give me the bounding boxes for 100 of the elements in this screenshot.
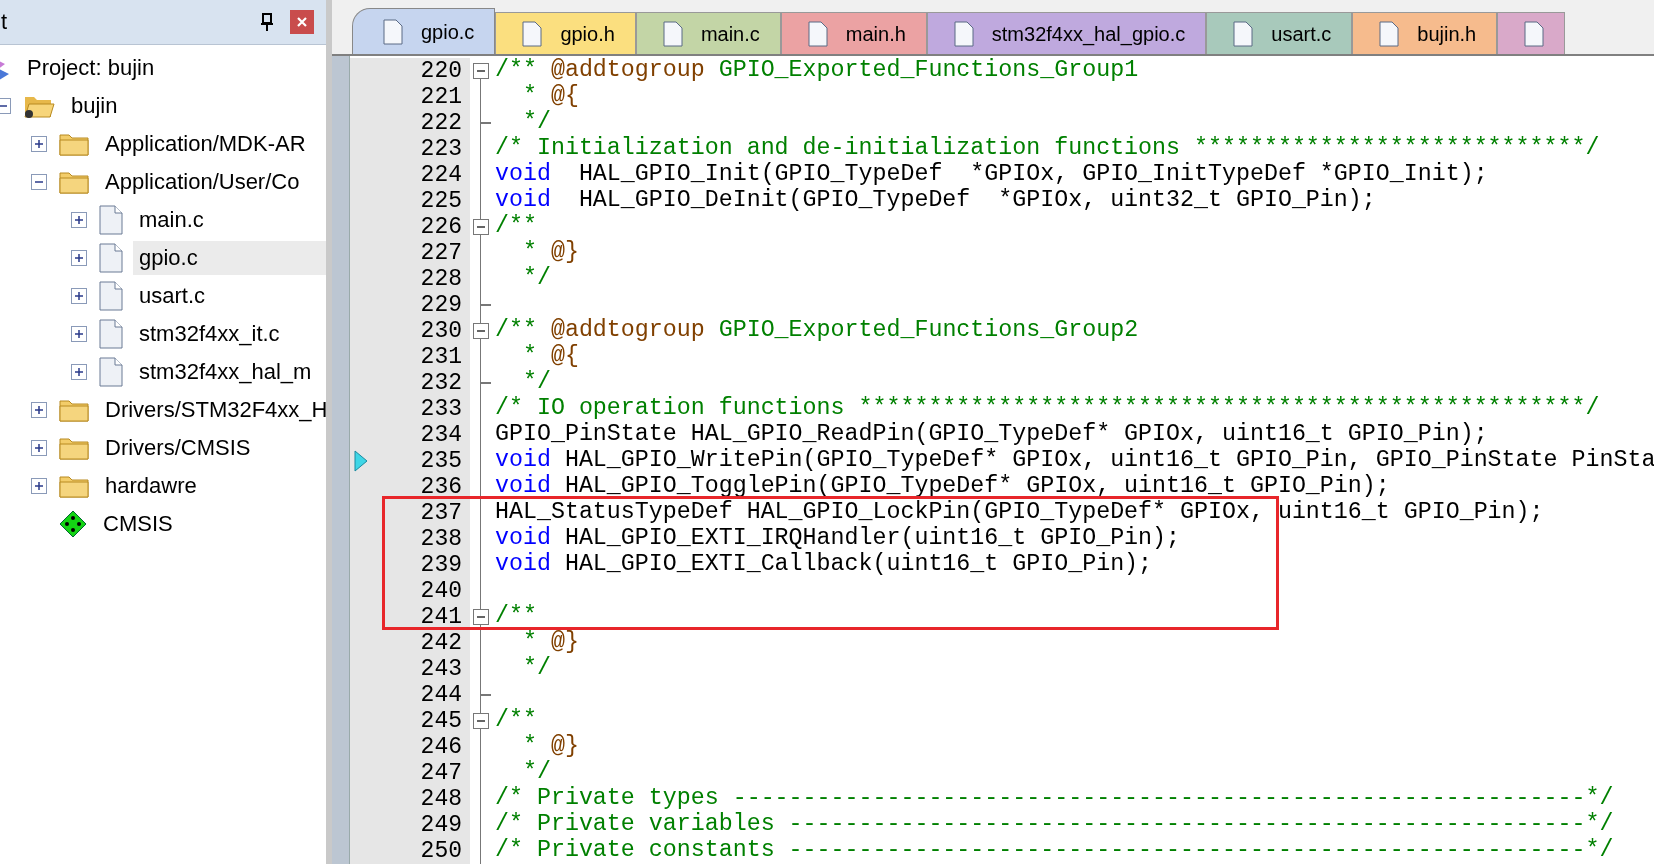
code-line: /** @addtogroup GPIO_Exported_Functions_Group1 bbox=[495, 59, 1139, 83]
file-icon bbox=[1379, 20, 1400, 47]
line-number: 245 bbox=[420, 709, 462, 733]
folder-icon bbox=[59, 398, 89, 422]
tree-item[interactable]: stm32f4xx_hal_m bbox=[133, 355, 318, 389]
code-line: /** bbox=[495, 605, 537, 629]
line-number: 238 bbox=[420, 527, 462, 551]
code-line: */ bbox=[521, 371, 551, 395]
expand-icon[interactable] bbox=[31, 440, 47, 456]
line-number: 236 bbox=[420, 475, 462, 499]
line-number: 248 bbox=[420, 787, 462, 811]
file-tab[interactable]: gpio.c bbox=[352, 8, 496, 54]
code-line: void HAL_GPIO_EXTI_IRQHandler(uint16_t GPIO_Pin); bbox=[495, 527, 1181, 551]
file-tab[interactable] bbox=[1497, 12, 1566, 54]
tree-item[interactable]: hardawre bbox=[99, 469, 203, 503]
tree-item[interactable]: Project: bujin bbox=[21, 51, 161, 85]
expand-icon[interactable] bbox=[31, 136, 47, 152]
tree-item[interactable]: bujin bbox=[65, 89, 124, 123]
tree-item[interactable]: Application/MDK-AR bbox=[99, 127, 312, 161]
code-line: void HAL_GPIO_DeInit(GPIO_TypeDef *GPIOx, uint32_t GPIO_Pin); bbox=[495, 189, 1376, 213]
file-icon bbox=[99, 319, 123, 349]
tree-item[interactable]: Drivers/CMSIS bbox=[99, 431, 257, 465]
file-tab[interactable]: usart.c bbox=[1206, 12, 1353, 54]
code-line: * @} bbox=[521, 631, 579, 655]
code-line: */ bbox=[521, 111, 551, 135]
code-line: * @{ bbox=[521, 345, 579, 369]
code-line: /* Private constants ---------------------------------------------------------*/ bbox=[495, 839, 1614, 863]
file-tab[interactable]: bujin.h bbox=[1352, 12, 1498, 54]
tree-item[interactable]: stm32f4xx_it.c bbox=[133, 317, 286, 351]
code-line: void HAL_GPIO_WritePin(GPIO_TypeDef* GPIOx, uint16_t GPIO_Pin, GPIO_PinState PinSta bbox=[495, 449, 1654, 473]
collapse-icon[interactable] bbox=[31, 174, 47, 190]
file-icon bbox=[383, 18, 403, 45]
expand-icon[interactable] bbox=[71, 326, 87, 342]
folder-icon bbox=[59, 474, 89, 498]
line-number: 230 bbox=[420, 319, 462, 343]
line-number: 222 bbox=[420, 111, 462, 135]
line-number: 224 bbox=[420, 163, 462, 187]
line-number: 250 bbox=[420, 839, 462, 863]
fold-icon[interactable] bbox=[473, 323, 489, 339]
code-line: /* Private variables ---------------------------------------------------------*/ bbox=[495, 813, 1614, 837]
line-number: 234 bbox=[420, 423, 462, 447]
line-number: 239 bbox=[420, 553, 462, 577]
line-number: 221 bbox=[420, 85, 462, 109]
line-number: 226 bbox=[420, 215, 462, 239]
file-icon bbox=[1233, 20, 1254, 47]
line-number: 246 bbox=[420, 735, 462, 759]
expand-icon[interactable] bbox=[71, 250, 87, 266]
code-line: */ bbox=[521, 761, 551, 785]
tree-item[interactable]: gpio.c bbox=[133, 241, 326, 275]
line-number: 223 bbox=[420, 137, 462, 161]
tree-item[interactable]: usart.c bbox=[133, 279, 212, 313]
line-number: 229 bbox=[420, 293, 462, 317]
file-icon bbox=[1524, 20, 1545, 47]
fold-icon[interactable] bbox=[473, 219, 489, 235]
file-icon bbox=[99, 243, 123, 273]
line-number: 241 bbox=[420, 605, 462, 629]
code-line: /** @addtogroup GPIO_Exported_Functions_Group2 bbox=[495, 319, 1139, 343]
line-number: 225 bbox=[420, 189, 462, 213]
file-tab[interactable]: stm32f4xx_hal_gpio.c bbox=[926, 12, 1207, 54]
file-tab[interactable]: main.c bbox=[635, 12, 781, 54]
expand-icon[interactable] bbox=[71, 364, 87, 380]
line-number: 232 bbox=[420, 371, 462, 395]
expand-icon[interactable] bbox=[31, 402, 47, 418]
file-icon bbox=[522, 20, 543, 47]
file-icon bbox=[662, 20, 683, 47]
code-line: */ bbox=[521, 267, 551, 291]
line-number: 220 bbox=[420, 59, 462, 83]
folder-icon bbox=[59, 132, 89, 156]
file-icon bbox=[953, 20, 974, 47]
line-number: 227 bbox=[420, 241, 462, 265]
expand-icon[interactable] bbox=[71, 212, 87, 228]
fold-icon[interactable] bbox=[473, 609, 489, 625]
code-line: * @{ bbox=[521, 85, 579, 109]
close-button[interactable] bbox=[290, 10, 314, 34]
code-line: /* IO operation functions ****************************************************/ bbox=[495, 397, 1600, 421]
line-number: 243 bbox=[420, 657, 462, 681]
component-icon bbox=[59, 510, 87, 538]
close-icon bbox=[297, 17, 307, 27]
file-icon bbox=[99, 281, 123, 311]
pin-icon[interactable] bbox=[260, 13, 274, 31]
file-icon bbox=[99, 205, 123, 235]
file-tab[interactable]: gpio.h bbox=[495, 12, 636, 54]
line-number: 249 bbox=[420, 813, 462, 837]
fold-icon[interactable] bbox=[473, 63, 489, 79]
tree-item[interactable]: main.c bbox=[133, 203, 210, 237]
expand-icon[interactable] bbox=[71, 288, 87, 304]
folder-icon bbox=[59, 170, 89, 194]
code-line: void HAL_GPIO_EXTI_Callback(uint16_t GPIO_Pin); bbox=[495, 553, 1153, 577]
code-line: /* Initialization and de-initialization functions ****************************/ bbox=[495, 137, 1600, 161]
tree-item[interactable]: Application/User/Co bbox=[99, 165, 306, 199]
line-number: 247 bbox=[420, 761, 462, 785]
tree-item[interactable]: CMSIS bbox=[97, 507, 179, 541]
fold-icon[interactable] bbox=[473, 713, 489, 729]
code-line: * @} bbox=[521, 735, 579, 759]
code-line: /** bbox=[495, 215, 537, 239]
line-number: 233 bbox=[420, 397, 462, 421]
tree-item[interactable]: Drivers/STM32F4xx_H bbox=[99, 393, 326, 427]
file-icon bbox=[807, 20, 828, 47]
expand-icon[interactable] bbox=[31, 478, 47, 494]
file-tab[interactable]: main.h bbox=[780, 12, 927, 54]
